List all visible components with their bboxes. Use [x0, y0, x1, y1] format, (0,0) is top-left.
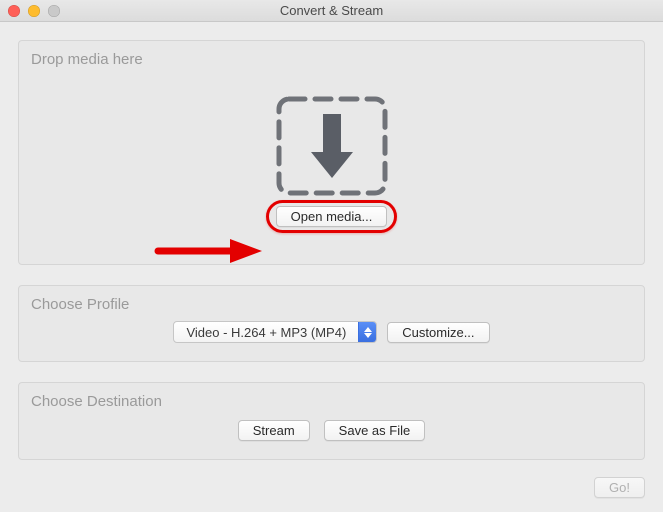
drop-media-group: Drop media here Open media... [18, 40, 645, 265]
content: Drop media here Open media... Ch [0, 22, 663, 490]
open-media-button[interactable]: Open media... [276, 206, 388, 227]
stream-button[interactable]: Stream [238, 420, 310, 441]
open-media-highlight: Open media... [276, 206, 388, 227]
save-as-file-button[interactable]: Save as File [324, 420, 426, 441]
customize-button[interactable]: Customize... [387, 322, 489, 343]
window-title: Convert & Stream [0, 3, 663, 18]
chevron-up-down-icon [358, 322, 376, 342]
choose-profile-group: Choose Profile Video - H.264 + MP3 (MP4)… [18, 285, 645, 362]
choose-profile-legend: Choose Profile [31, 296, 632, 313]
drop-media-legend: Drop media here [31, 51, 632, 68]
drop-zone[interactable]: Open media... [31, 76, 632, 246]
profile-select[interactable]: Video - H.264 + MP3 (MP4) [173, 321, 377, 343]
choose-destination-group: Choose Destination Stream Save as File [18, 382, 645, 460]
footer: Go! [594, 477, 645, 498]
go-button[interactable]: Go! [594, 477, 645, 498]
choose-destination-legend: Choose Destination [31, 393, 632, 410]
titlebar: Convert & Stream [0, 0, 663, 22]
profile-selected-value: Video - H.264 + MP3 (MP4) [174, 325, 358, 340]
drop-target-icon [276, 96, 388, 196]
